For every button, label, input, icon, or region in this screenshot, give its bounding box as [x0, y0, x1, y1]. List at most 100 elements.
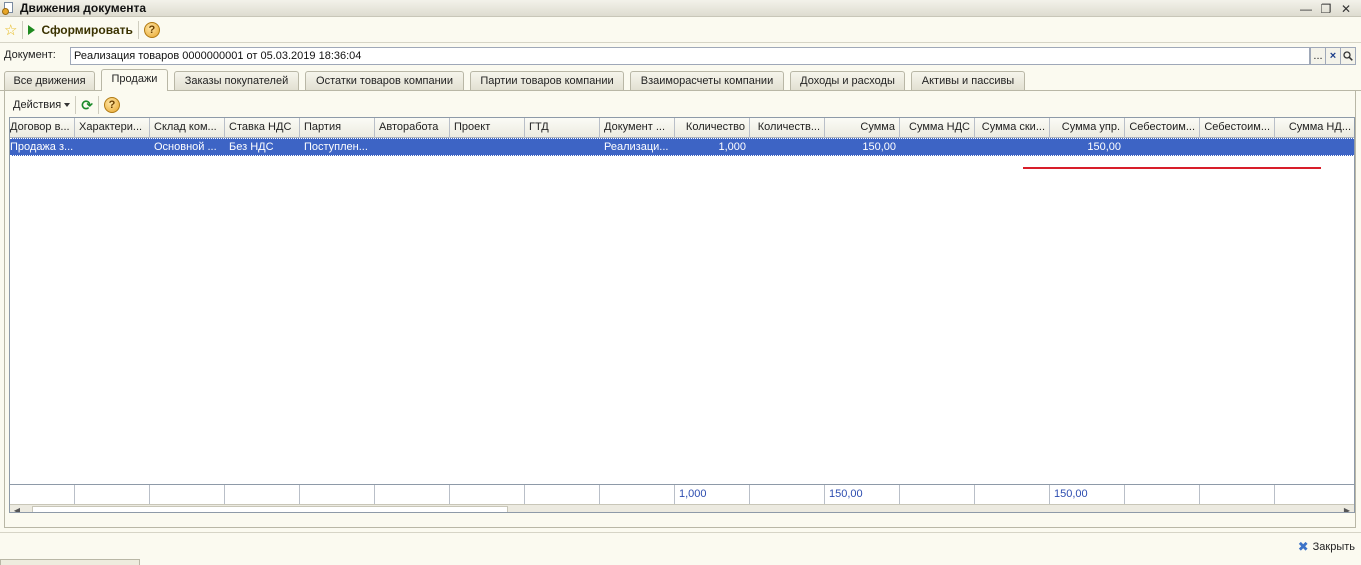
play-icon [28, 25, 36, 35]
total-cell: 1,000 [675, 485, 750, 505]
total-cell [750, 485, 825, 505]
main-toolbar: ☆ Сформировать ? [0, 18, 1361, 43]
table-cell [975, 139, 1050, 156]
close-button-label: Закрыть [1312, 540, 1355, 553]
table-cell [75, 139, 150, 156]
table-row[interactable]: Продажа з... Основной ... Без НДС Поступлен… [10, 138, 1354, 156]
tab-company-batches[interactable]: Партии товаров компании [470, 71, 624, 90]
table-cell: 1,000 [718, 141, 746, 153]
table-cell [450, 139, 525, 156]
total-cell [300, 485, 375, 505]
taskbar-tab[interactable] [0, 559, 140, 565]
table-header: Договор в... Характери... Склад ком... Став… [10, 118, 1354, 138]
column-header[interactable]: Сумма упр. [1050, 118, 1125, 138]
search-icon[interactable] [1340, 47, 1356, 65]
table-cell [375, 139, 450, 156]
table-cell: Основной ... [154, 141, 217, 153]
restore-icon[interactable]: ❐ [1319, 2, 1333, 16]
tab-assets-liabilities[interactable]: Активы и пассивы [911, 71, 1025, 90]
column-header[interactable]: Сумма НДС [900, 118, 975, 138]
document-row: Документ: ... × [0, 46, 1361, 66]
table-cell: Без НДС [229, 141, 274, 153]
table-cell: Реализаци... [604, 141, 669, 153]
toolbar-separator [75, 96, 77, 114]
total-cell [525, 485, 600, 505]
generate-button[interactable]: Сформировать [28, 23, 133, 37]
column-header[interactable]: Сумма [825, 118, 900, 138]
column-header[interactable]: Проект [450, 118, 525, 138]
column-header[interactable]: Сумма ски... [975, 118, 1050, 138]
scrollbar-thumb[interactable] [32, 506, 508, 512]
column-header[interactable]: Склад ком... [150, 118, 225, 138]
column-header[interactable]: Себестоим... [1200, 118, 1275, 138]
total-cell: 150,00 [825, 485, 900, 505]
document-label: Документ: [4, 49, 56, 61]
column-header[interactable]: Количество [675, 118, 750, 138]
total-cell: 150,00 [1050, 485, 1125, 505]
movements-table[interactable]: Договор в... Характери... Склад ком... Став… [9, 117, 1355, 513]
close-icon: ✖ [1297, 539, 1309, 554]
help-icon[interactable]: ? [103, 97, 120, 113]
favorites-star-icon[interactable]: ☆ [4, 23, 17, 38]
column-header[interactable]: ГТД [525, 118, 600, 138]
select-document-button[interactable]: ... [1310, 47, 1326, 65]
column-header[interactable]: Договор в... [10, 118, 75, 138]
table-cell: Поступлен... [304, 141, 368, 153]
tab-customer-orders[interactable]: Заказы покупателей [174, 71, 299, 90]
total-cell [975, 485, 1050, 505]
toolbar-separator [137, 21, 139, 39]
column-header[interactable]: Сумма НД... [1275, 118, 1354, 138]
help-icon[interactable]: ? [143, 22, 160, 38]
total-cell [75, 485, 150, 505]
document-movements-icon [2, 1, 16, 15]
tab-panel-sales: Действия ⟳ ? Договор в... Характери... Скл… [4, 91, 1356, 528]
tab-company-stock[interactable]: Остатки товаров компании [305, 71, 464, 90]
tab-all-movements[interactable]: Все движения [4, 71, 95, 90]
minimize-icon[interactable]: — [1299, 2, 1313, 16]
column-header[interactable]: Себестоим... [1125, 118, 1200, 138]
column-header[interactable]: Количеств... [750, 118, 825, 138]
window-title: Движения документа [20, 1, 147, 15]
column-header[interactable]: Документ ... [600, 118, 675, 138]
toolbar-separator [22, 21, 24, 39]
grid-toolbar: Действия ⟳ ? [5, 95, 1355, 115]
total-cell [1125, 485, 1200, 505]
column-header[interactable]: Ставка НДС [225, 118, 300, 138]
horizontal-scrollbar[interactable]: ◀ ▶ [10, 504, 1354, 513]
scroll-left-icon[interactable]: ◀ [10, 505, 24, 513]
total-cell [450, 485, 525, 505]
tab-income-expenses[interactable]: Доходы и расходы [790, 71, 905, 90]
total-cell [1275, 485, 1354, 505]
table-cell [1125, 139, 1200, 156]
document-input[interactable] [70, 47, 1310, 65]
title-bar: Движения документа — ❐ ✕ [0, 0, 1361, 17]
table-cell: Продажа з... [10, 141, 74, 153]
table-cell [1275, 139, 1354, 156]
refresh-icon[interactable]: ⟳ [81, 98, 93, 112]
table-cell [900, 139, 975, 156]
actions-menu[interactable]: Действия [13, 99, 71, 111]
tab-bar: Все движения Продажи Заказы покупателей … [0, 69, 1361, 91]
total-cell [225, 485, 300, 505]
scroll-right-icon[interactable]: ▶ [1340, 505, 1354, 513]
bottom-bar: ✖ Закрыть [0, 532, 1361, 560]
table-cell: 150,00 [862, 141, 896, 153]
column-header[interactable]: Партия [300, 118, 375, 138]
total-cell [10, 485, 75, 505]
actions-menu-label: Действия [13, 99, 62, 111]
clear-icon[interactable]: × [1325, 47, 1341, 65]
close-window-icon[interactable]: ✕ [1339, 2, 1353, 16]
table-cell [525, 139, 600, 156]
column-header[interactable]: Характери... [75, 118, 150, 138]
red-underline-annotation [1023, 167, 1321, 169]
tab-company-settlements[interactable]: Взаиморасчеты компании [630, 71, 784, 90]
tab-sales[interactable]: Продажи [101, 69, 168, 91]
generate-button-label: Сформировать [41, 23, 133, 37]
table-cell [1200, 139, 1275, 156]
total-cell [900, 485, 975, 505]
toolbar-separator [97, 96, 99, 114]
total-cell [150, 485, 225, 505]
close-button[interactable]: ✖ Закрыть [1298, 540, 1355, 553]
table-cell [750, 139, 825, 156]
column-header[interactable]: Авторабота [375, 118, 450, 138]
